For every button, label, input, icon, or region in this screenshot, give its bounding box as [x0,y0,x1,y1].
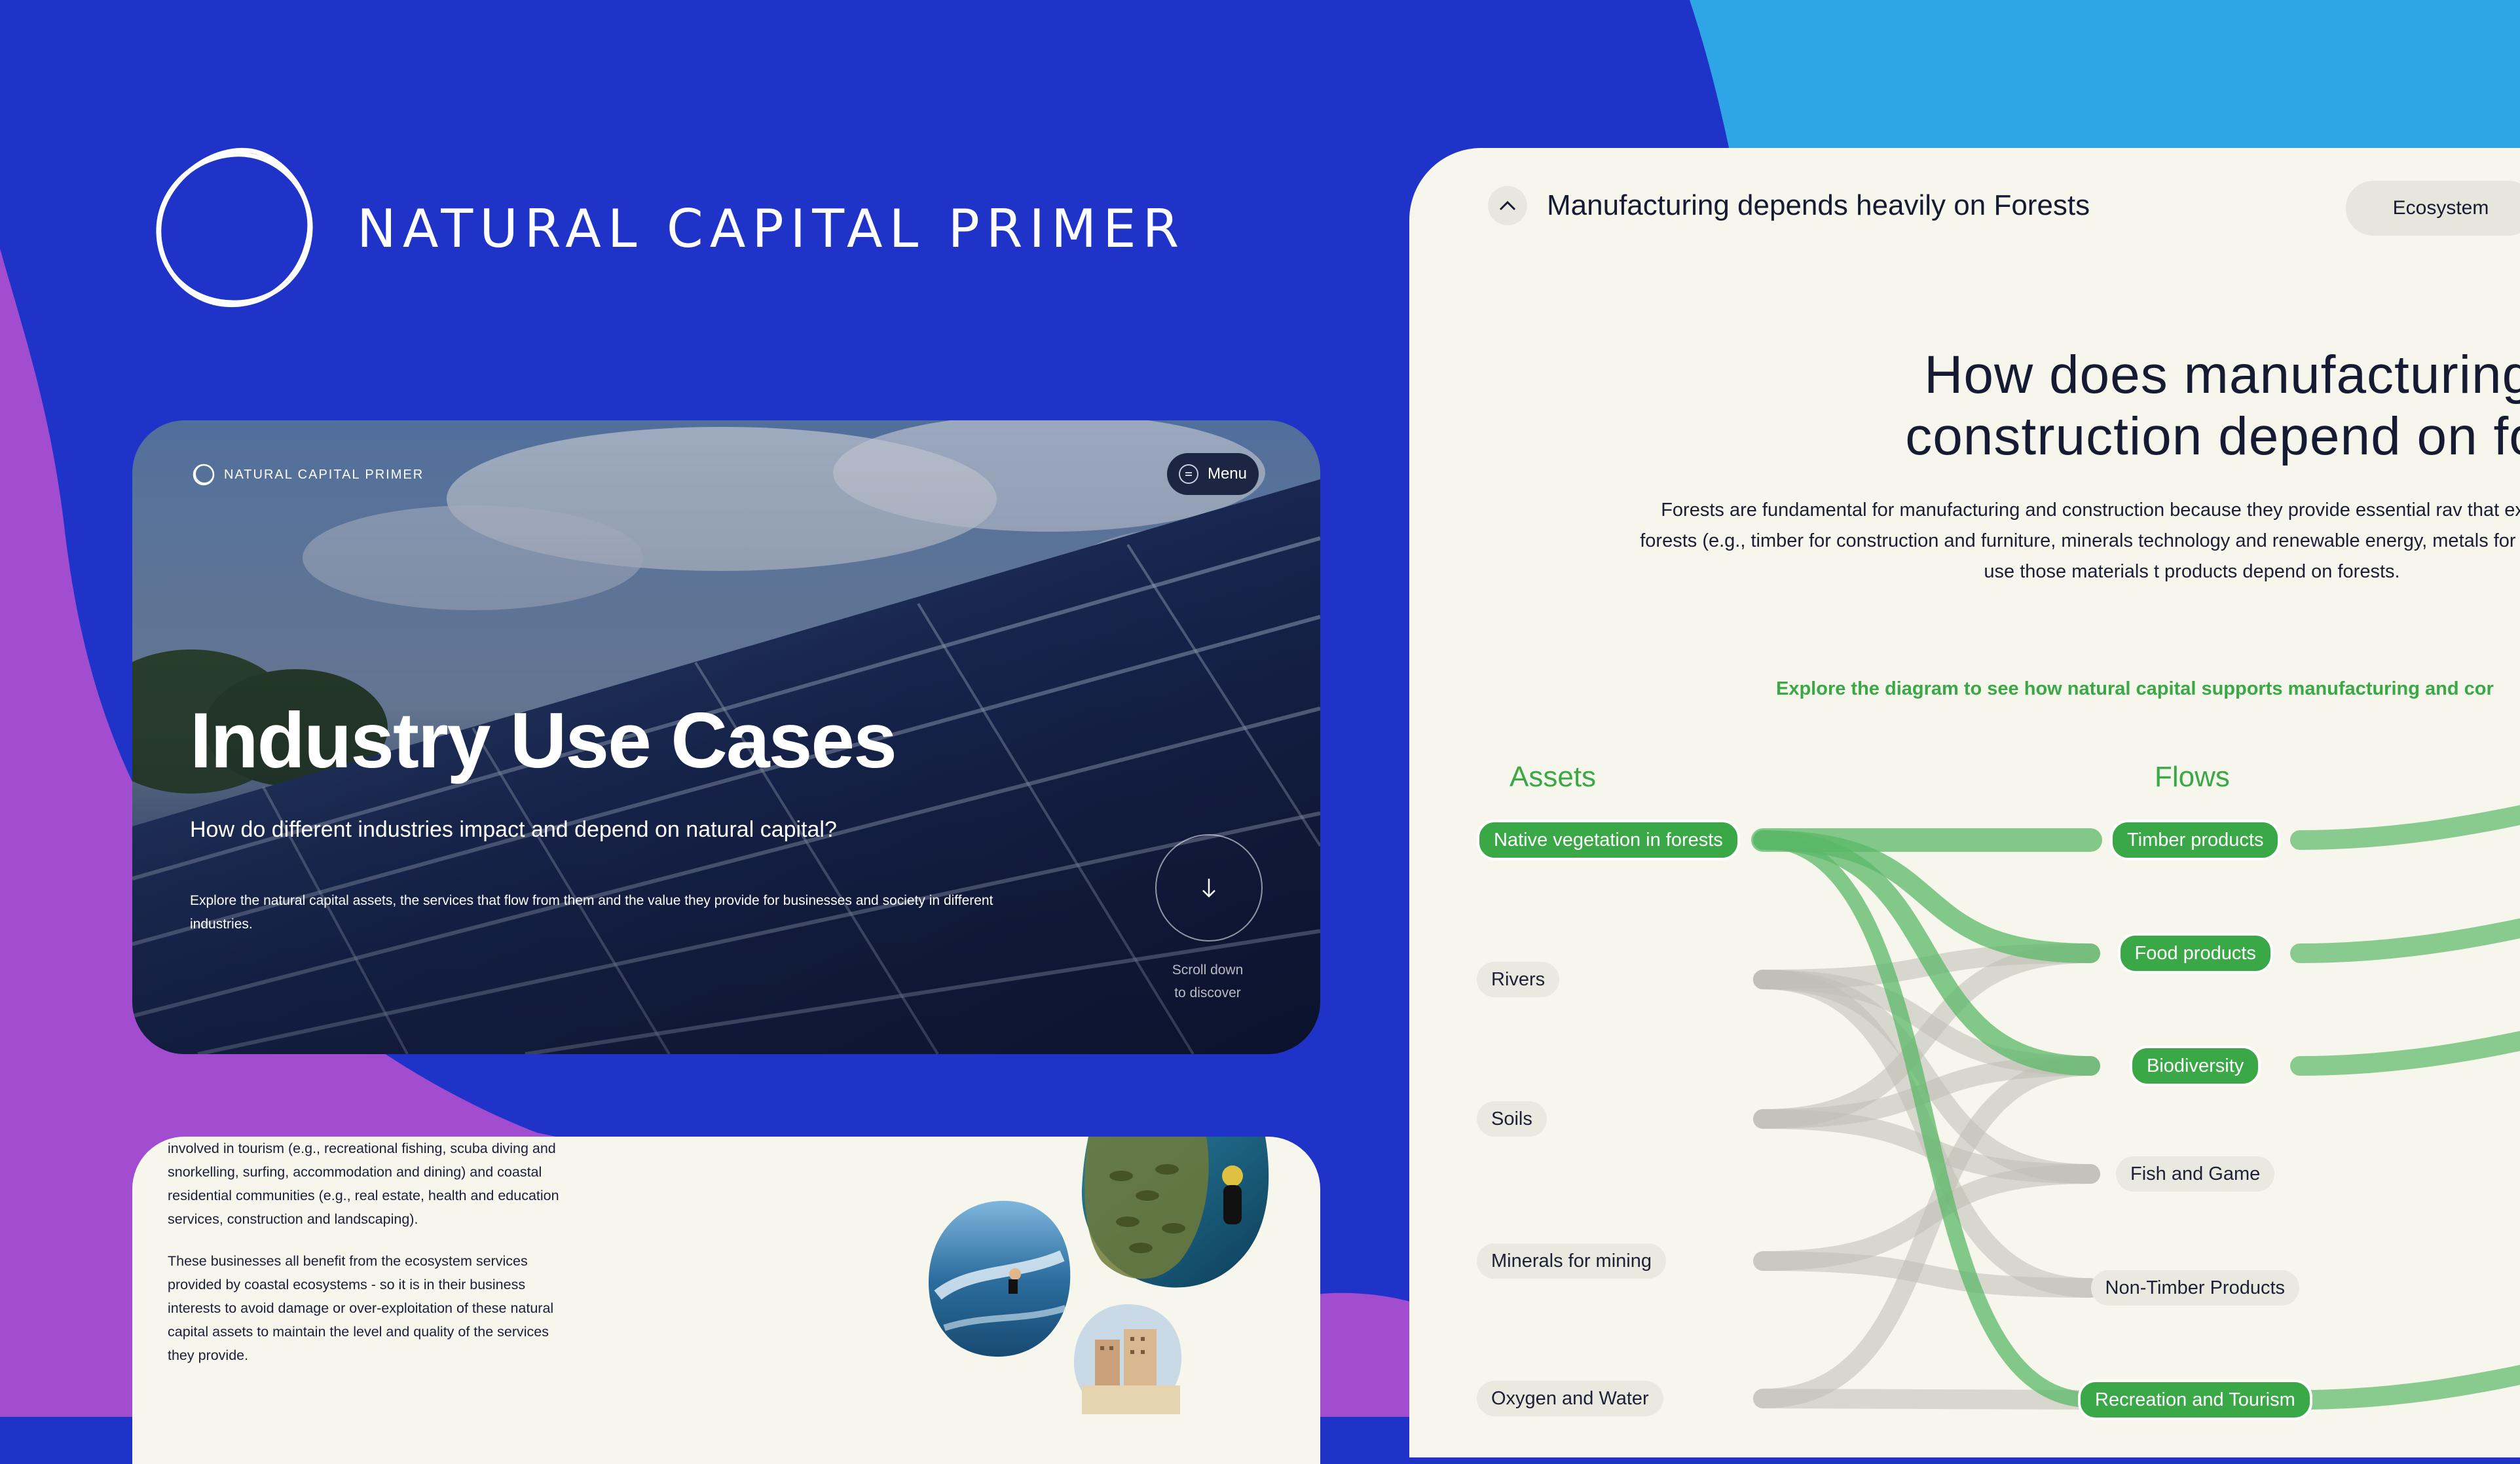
brand-header: NATURAL CAPITAL PRIMER [151,147,1185,310]
story-text: involved in tourism (e.g., recreational … [168,1137,574,1385]
outgoing-flow-link [2290,918,2520,963]
flow-node[interactable]: Timber products [2110,820,2281,860]
outgoing-flow-link [2290,1031,2520,1076]
story-paragraph: involved in tourism (e.g., recreational … [168,1141,559,1227]
flow-node[interactable]: Food products [2117,933,2273,974]
asset-node[interactable]: Rivers [1477,962,1560,997]
asset-node[interactable]: Minerals for mining [1477,1243,1666,1279]
hero-title: Industry Use Cases [190,697,897,784]
flow-node[interactable]: Recreation and Tourism [2078,1380,2312,1420]
sector-detail-panel: Manufacturing depends heavily on Forests… [1409,148,2520,1457]
outgoing-flow-link [2290,1364,2520,1410]
hero-subtitle: How do different industries impact and d… [190,817,837,842]
flow-node[interactable]: Fish and Game [2116,1156,2275,1192]
scroll-down-button[interactable] [1155,834,1263,942]
menu-icon [1178,464,1198,484]
logo-icon [193,464,215,486]
scroll-hint-line2: to discover [1174,985,1241,1000]
arrow-down-icon [1202,879,1215,898]
flow-node[interactable]: Biodiversity [2130,1046,2261,1086]
hero-logo-text: NATURAL CAPITAL PRIMER [224,467,424,482]
asset-node[interactable]: Soils [1477,1101,1547,1137]
hero-card: NATURAL CAPITAL PRIMER Menu Industry Use… [132,420,1320,1054]
brand-logo-icon [156,147,313,308]
coastal-town-image [1073,1304,1182,1414]
story-card: involved in tourism (e.g., recreational … [132,1137,1320,1464]
hero-logo[interactable]: NATURAL CAPITAL PRIMER [191,462,424,487]
flow-node[interactable]: Non-Timber Products [2090,1270,2300,1306]
scroll-hint-line1: Scroll down [1172,962,1244,978]
story-paragraph: These businesses all benefit from the ec… [168,1253,554,1363]
diver-image [1081,1137,1269,1288]
surfer-image [929,1201,1071,1357]
asset-node[interactable]: Native vegetation in forests [1477,820,1740,860]
flow-link [1753,1389,2100,1410]
brand-title: NATURAL CAPITAL PRIMER [357,198,1186,259]
scroll-hint: Scroll down to discover [1142,959,1273,1004]
hero-body: Explore the natural capital assets, the … [190,893,993,932]
menu-label: Menu [1207,465,1248,483]
menu-button[interactable]: Menu [1167,453,1259,495]
outgoing-flow-link [2290,805,2520,850]
asset-node[interactable]: Oxygen and Water [1477,1381,1663,1416]
